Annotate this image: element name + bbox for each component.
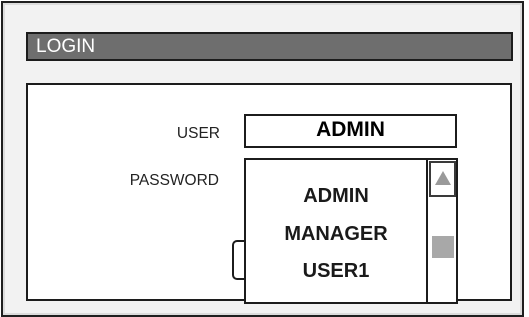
password-label: PASSWORD [129, 172, 219, 189]
dropdown-scrollbar[interactable] [426, 160, 456, 302]
window-title: LOGIN [36, 36, 96, 57]
dropdown-option-user1[interactable]: USER1 [246, 259, 426, 283]
user-dropdown-list[interactable]: ADMIN MANAGER USER1 [244, 158, 458, 304]
scroll-thumb[interactable] [432, 236, 454, 258]
dropdown-option-manager[interactable]: MANAGER [246, 222, 426, 246]
scroll-up-button[interactable] [429, 161, 456, 197]
title-bar: LOGIN [26, 32, 513, 61]
user-select[interactable]: ADMIN [244, 114, 457, 148]
user-label: USER [176, 125, 220, 142]
triangle-up-icon [435, 171, 451, 185]
dropdown-option-admin[interactable]: ADMIN [246, 184, 426, 208]
